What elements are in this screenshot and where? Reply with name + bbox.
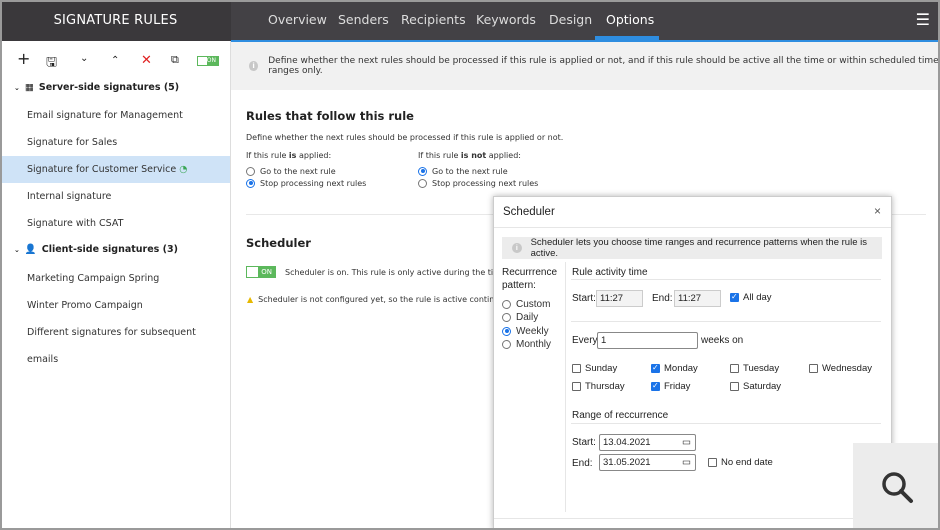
wednesday-checkbox[interactable]: Wednesday bbox=[809, 363, 872, 374]
user-icon: 👤 bbox=[24, 244, 37, 255]
hamburger-menu-icon[interactable]: ☰ bbox=[916, 10, 930, 29]
save-icon[interactable]: 🖫 bbox=[46, 53, 57, 75]
list-item[interactable]: Marketing Campaign Spring bbox=[0, 265, 230, 292]
calendar-icon[interactable]: ▭ bbox=[682, 435, 691, 450]
list-item[interactable]: Winter Promo Campaign bbox=[0, 292, 230, 319]
list-item[interactable]: Signature with CSAT bbox=[0, 210, 230, 237]
every-weeks-input[interactable]: 1 bbox=[597, 332, 698, 349]
info-icon: i bbox=[249, 61, 259, 71]
range-start-date-input[interactable]: 13.04.2021 ▭ bbox=[599, 434, 696, 451]
all-day-checkbox[interactable]: All day bbox=[730, 292, 772, 303]
thursday-checkbox[interactable]: Thursday bbox=[572, 381, 625, 392]
applied-stop-radio[interactable]: Stop processing next rules bbox=[246, 177, 366, 189]
add-icon[interactable]: + bbox=[17, 49, 30, 68]
rules-heading: Rules that follow this rule bbox=[246, 109, 414, 123]
start-time-label: Start: bbox=[572, 293, 596, 304]
range-end-date-input[interactable]: 31.05.2021 ▭ bbox=[599, 454, 696, 471]
list-item[interactable]: Email signature for Management bbox=[0, 102, 230, 129]
move-up-icon[interactable]: ⌃ bbox=[111, 55, 119, 66]
weeks-on-label: weeks on bbox=[701, 335, 744, 346]
divider bbox=[571, 279, 881, 280]
end-time-input[interactable]: 11:27 bbox=[674, 290, 721, 307]
sidebar: + 🖫 ⌄ ⌃ ✕ ⧉ ON ⌄ ▦ Server-side signatures … bbox=[0, 41, 231, 530]
not-applied-label: If this rule is not applied: bbox=[418, 151, 521, 160]
warning-icon: ▲ bbox=[247, 295, 254, 304]
list-item-selected[interactable]: Signature for Customer Service ◔ bbox=[0, 156, 230, 183]
calendar-icon[interactable]: ▭ bbox=[682, 455, 691, 470]
server-icon: ▦ bbox=[24, 82, 34, 93]
scheduler-heading: Scheduler bbox=[246, 236, 311, 250]
pattern-daily-radio[interactable]: Daily bbox=[502, 311, 538, 323]
list-item[interactable]: Signature for Sales bbox=[0, 129, 230, 156]
delete-icon[interactable]: ✕ bbox=[141, 53, 152, 68]
scheduler-dialog: Scheduler × i Scheduler lets you choose t… bbox=[493, 196, 892, 530]
divider bbox=[494, 227, 891, 228]
list-item[interactable]: Internal signature bbox=[0, 183, 230, 210]
close-icon[interactable]: × bbox=[874, 204, 881, 218]
not-applied-stop-radio[interactable]: Stop processing next rules bbox=[418, 177, 538, 189]
info-banner: i Define whether the next rules should be… bbox=[231, 42, 940, 90]
applied-go-next-radio[interactable]: Go to the next rule bbox=[246, 165, 336, 177]
tab-overview[interactable]: Overview bbox=[268, 0, 327, 40]
not-applied-go-next-radio[interactable]: Go to the next rule bbox=[418, 165, 508, 177]
copy-icon[interactable]: ⧉ bbox=[171, 53, 179, 67]
rules-description: Define whether the next rules should be … bbox=[246, 133, 564, 142]
no-end-date-checkbox[interactable]: No end date bbox=[708, 457, 773, 468]
tab-recipients[interactable]: Recipients bbox=[401, 0, 466, 40]
info-icon: i bbox=[512, 243, 522, 253]
range-heading: Range of reccurrence bbox=[572, 410, 669, 421]
end-time-label: End: bbox=[652, 293, 673, 304]
divider bbox=[565, 262, 566, 512]
group-client-side[interactable]: ⌄ 👤 Client-side signatures (3) bbox=[14, 244, 178, 255]
tab-options[interactable]: Options bbox=[606, 0, 654, 40]
sunday-checkbox[interactable]: Sunday bbox=[572, 363, 617, 374]
divider bbox=[494, 518, 891, 519]
move-down-icon[interactable]: ⌄ bbox=[80, 53, 88, 64]
sidebar-title: SIGNATURE RULES bbox=[0, 0, 231, 41]
pattern-weekly-radio[interactable]: Weekly bbox=[502, 325, 549, 337]
monday-checkbox[interactable]: Monday bbox=[651, 363, 698, 374]
scheduler-clock-icon: ◔ bbox=[179, 164, 188, 175]
every-label: Every bbox=[572, 335, 598, 346]
search-icon bbox=[881, 471, 913, 503]
pattern-monthly-radio[interactable]: Monthly bbox=[502, 338, 551, 350]
tab-design[interactable]: Design bbox=[549, 0, 592, 40]
tab-keywords[interactable]: Keywords bbox=[476, 0, 536, 40]
applied-label: If this rule is applied: bbox=[246, 151, 332, 160]
dialog-info-banner: i Scheduler lets you choose time ranges a… bbox=[502, 237, 882, 259]
dialog-title: Scheduler bbox=[503, 206, 555, 218]
saturday-checkbox[interactable]: Saturday bbox=[730, 381, 781, 392]
range-end-label: End: bbox=[572, 458, 593, 469]
activity-heading: Rule activity time bbox=[572, 267, 648, 278]
list-item[interactable]: Different signatures for subsequent emai… bbox=[0, 319, 230, 365]
pattern-label: Recurrrence pattern: bbox=[502, 267, 558, 291]
enable-toggle[interactable]: ON bbox=[197, 55, 219, 70]
friday-checkbox[interactable]: Friday bbox=[651, 381, 690, 392]
pattern-custom-radio[interactable]: Custom bbox=[502, 298, 550, 310]
search-button[interactable] bbox=[853, 443, 940, 530]
tab-senders[interactable]: Senders bbox=[338, 0, 389, 40]
divider bbox=[571, 423, 881, 424]
group-server-side[interactable]: ⌄ ▦ Server-side signatures (5) bbox=[14, 82, 179, 93]
start-time-input[interactable]: 11:27 bbox=[596, 290, 643, 307]
divider bbox=[571, 321, 881, 322]
tuesday-checkbox[interactable]: Tuesday bbox=[730, 363, 779, 374]
tab-bar: Overview Senders Recipients Keywords Des… bbox=[231, 0, 940, 40]
range-start-label: Start: bbox=[572, 437, 596, 448]
scheduler-toggle[interactable]: ON bbox=[246, 266, 276, 278]
